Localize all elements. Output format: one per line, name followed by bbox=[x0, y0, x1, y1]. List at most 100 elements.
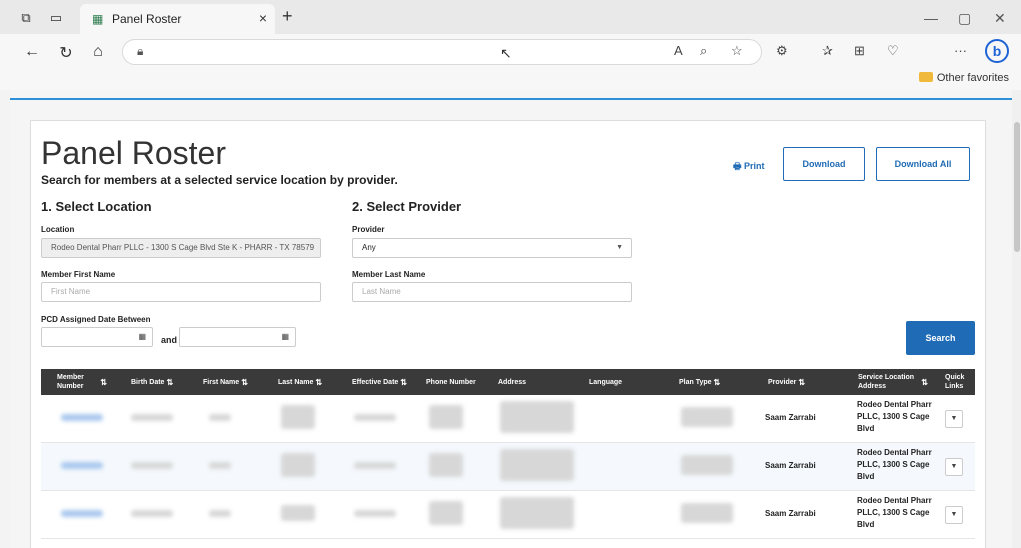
member-number-link[interactable] bbox=[61, 414, 103, 421]
sort-icon[interactable]: ⇅ bbox=[400, 378, 407, 387]
tab-actions-icon[interactable]: ⧉ bbox=[16, 8, 36, 28]
member-number-link[interactable] bbox=[61, 510, 103, 517]
col-effective-date[interactable]: Effective Date ⇅ bbox=[352, 369, 422, 395]
calendar-icon[interactable]: ▦ bbox=[281, 328, 289, 346]
birth-date-cell bbox=[131, 462, 173, 469]
first-name-label: Member First Name bbox=[41, 270, 116, 279]
favorite-star-icon[interactable]: ☆ bbox=[731, 43, 743, 59]
col-service-location-label: Service Location Address bbox=[858, 374, 915, 390]
service-location-cell: Rodeo Dental Pharr PLLC, 1300 S Cage Blv… bbox=[857, 400, 932, 433]
panel-roster-card: Panel Roster Search for members at a sel… bbox=[30, 120, 986, 548]
tab-close-button[interactable]: × bbox=[259, 10, 267, 26]
sort-icon[interactable]: ⇅ bbox=[100, 378, 107, 387]
first-name-input[interactable]: First Name bbox=[41, 282, 321, 302]
first-name-cell bbox=[209, 414, 231, 421]
table-row: Saam Zarrabi Rodeo Dental Pharr PLLC, 13… bbox=[41, 395, 975, 443]
refresh-icon[interactable]: ↻ bbox=[56, 43, 76, 63]
col-service-location[interactable]: Service Location Address ⇅ bbox=[858, 369, 928, 395]
tab-bar: ⧉ ▭ ▦ Panel Roster × + — ▢ ✕ bbox=[0, 0, 1021, 34]
print-icon: 🖶︎ bbox=[733, 161, 744, 171]
col-first-name-label: First Name bbox=[203, 378, 240, 386]
other-favorites-link[interactable]: Other favorites bbox=[918, 72, 1009, 84]
sort-icon[interactable]: ⇅ bbox=[798, 378, 805, 387]
provider-select[interactable]: Any ▼ bbox=[352, 238, 632, 258]
sort-icon[interactable]: ⇅ bbox=[241, 378, 248, 387]
home-icon[interactable]: ⌂ bbox=[88, 43, 108, 61]
col-address: Address bbox=[498, 378, 527, 386]
print-label: Print bbox=[744, 161, 765, 171]
phone-cell bbox=[429, 405, 463, 429]
provider-label: Provider bbox=[352, 225, 385, 234]
pcd-end-date-input[interactable]: ▦ bbox=[179, 327, 296, 347]
collections-icon[interactable]: ⊞ bbox=[854, 43, 865, 59]
page-top-divider bbox=[10, 98, 1012, 100]
minimize-button[interactable]: — bbox=[924, 10, 938, 26]
page-subtitle: Search for members at a selected service… bbox=[41, 173, 398, 187]
search-button[interactable]: Search bbox=[906, 321, 975, 355]
tab-title: Panel Roster bbox=[112, 12, 182, 26]
page-scrollbar[interactable] bbox=[1012, 90, 1021, 548]
plan-type-cell bbox=[681, 503, 733, 523]
site-favicon: ▦ bbox=[92, 12, 104, 26]
col-birth-date-label: Birth Date bbox=[131, 378, 165, 386]
close-window-button[interactable]: ✕ bbox=[994, 10, 1006, 27]
service-location-cell: Rodeo Dental Pharr PLLC, 1300 S Cage Blv… bbox=[857, 496, 932, 529]
quick-links-dropdown[interactable]: ▼ bbox=[945, 410, 963, 428]
bing-copilot-button[interactable]: b bbox=[985, 39, 1009, 63]
col-first-name[interactable]: First Name ⇅ bbox=[203, 369, 265, 395]
quick-links-dropdown[interactable]: ▼ bbox=[945, 458, 963, 476]
performance-icon[interactable]: ♡ bbox=[887, 43, 899, 59]
favorites-bar: Other favorites bbox=[0, 70, 1021, 90]
page-viewport: Panel Roster Search for members at a sel… bbox=[10, 90, 1012, 548]
sort-icon[interactable]: ⇅ bbox=[921, 378, 928, 387]
restore-button[interactable]: ▢ bbox=[958, 10, 971, 27]
phone-cell bbox=[429, 453, 463, 477]
phone-cell bbox=[429, 501, 463, 525]
address-cell bbox=[500, 497, 574, 529]
new-tab-button[interactable]: + bbox=[282, 6, 293, 27]
quick-links-dropdown[interactable]: ▼ bbox=[945, 506, 963, 524]
col-quick-links: Quick Links bbox=[945, 374, 965, 390]
more-menu-button[interactable]: ··· bbox=[954, 43, 967, 58]
zoom-icon[interactable]: ⌕ bbox=[700, 43, 707, 59]
chevron-down-icon: ▼ bbox=[950, 463, 958, 470]
plan-type-cell bbox=[681, 407, 733, 427]
read-aloud-icon[interactable]: A bbox=[674, 43, 683, 58]
sort-icon[interactable]: ⇅ bbox=[315, 378, 322, 387]
download-all-button[interactable]: Download All bbox=[876, 147, 970, 181]
scrollbar-thumb[interactable] bbox=[1014, 122, 1020, 252]
back-icon[interactable]: ← bbox=[22, 43, 42, 61]
print-link[interactable]: 🖶︎ Print bbox=[733, 159, 765, 175]
sort-icon[interactable]: ⇅ bbox=[714, 378, 721, 387]
provider-cell: Saam Zarrabi bbox=[765, 461, 816, 470]
pcd-start-date-input[interactable]: ▦ bbox=[41, 327, 153, 347]
sort-icon[interactable]: ⇅ bbox=[166, 378, 173, 387]
member-number-link[interactable] bbox=[61, 462, 103, 469]
address-cell bbox=[500, 449, 574, 481]
col-last-name[interactable]: Last Name ⇅ bbox=[278, 369, 340, 395]
birth-date-cell bbox=[131, 414, 173, 421]
effective-date-cell bbox=[354, 462, 396, 469]
col-provider-label: Provider bbox=[768, 378, 797, 386]
address-cell bbox=[500, 401, 574, 433]
last-name-input[interactable]: Last Name bbox=[352, 282, 632, 302]
folder-icon bbox=[918, 72, 933, 82]
col-provider[interactable]: Provider ⇅ bbox=[768, 369, 828, 395]
col-plan-type[interactable]: Plan Type ⇅ bbox=[679, 369, 739, 395]
chevron-down-icon: ▼ bbox=[950, 415, 958, 422]
address-bar[interactable]: 🔒︎ bbox=[122, 39, 762, 65]
workspaces-icon[interactable]: ▭ bbox=[46, 8, 66, 28]
tab-panel-roster[interactable]: ▦ Panel Roster × bbox=[80, 4, 275, 34]
calendar-icon[interactable]: ▦ bbox=[138, 328, 146, 346]
download-button[interactable]: Download bbox=[783, 147, 865, 181]
col-member-number[interactable]: Member Number ⇅ bbox=[57, 369, 107, 395]
birth-date-cell bbox=[131, 510, 173, 517]
last-name-cell bbox=[281, 505, 315, 521]
favorites-icon[interactable]: ✰ bbox=[822, 43, 833, 59]
col-phone-number: Phone Number bbox=[426, 378, 476, 386]
page-title: Panel Roster bbox=[41, 135, 226, 171]
col-birth-date[interactable]: Birth Date ⇅ bbox=[131, 369, 191, 395]
extensions-icon[interactable]: ⚙ bbox=[776, 43, 788, 59]
pcd-date-label: PCD Assigned Date Between bbox=[41, 315, 151, 324]
first-name-cell bbox=[209, 510, 231, 517]
